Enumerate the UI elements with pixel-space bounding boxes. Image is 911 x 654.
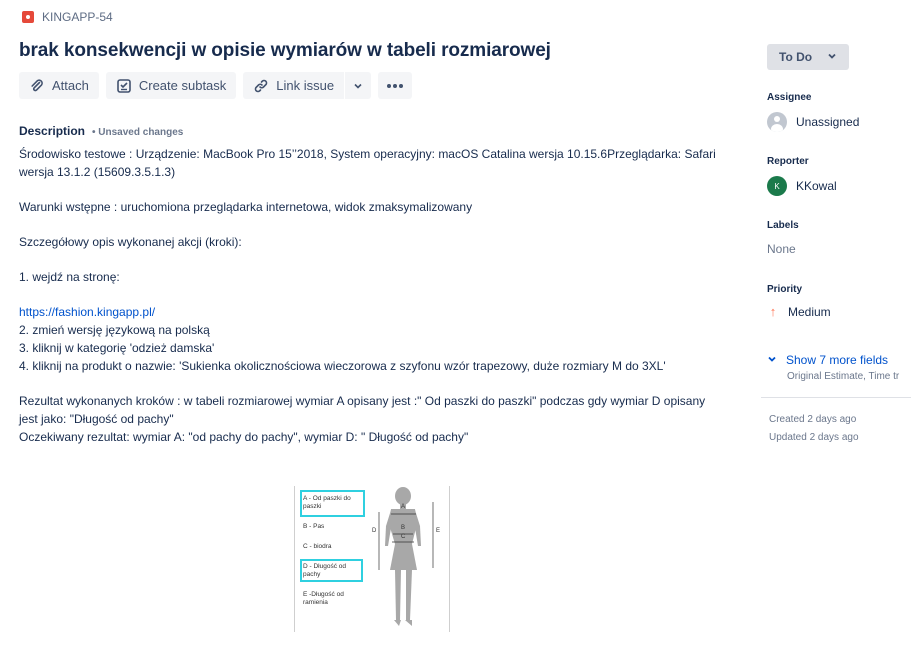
- figure-letter-c: C: [401, 534, 406, 540]
- link-issue-dropdown[interactable]: [345, 72, 372, 99]
- description-label: Description: [19, 124, 86, 138]
- priority-name: Medium: [788, 304, 831, 319]
- attach-label: Attach: [52, 78, 89, 93]
- created-timestamp: Created 2 days ago: [769, 414, 857, 425]
- description-line: 4. kliknij na produkt o nazwie: 'Sukienk…: [19, 359, 666, 373]
- issue-key[interactable]: KINGAPP-54: [22, 10, 113, 24]
- issue-key-label: KINGAPP-54: [42, 10, 113, 24]
- figure-letter-a: A: [401, 504, 406, 510]
- reporter-name: KKowal: [796, 179, 837, 193]
- user-avatar-icon: [767, 112, 787, 132]
- labels-field: Labels: [767, 220, 799, 231]
- bug-icon: [22, 11, 34, 23]
- priority-label: Priority: [767, 284, 803, 295]
- description-line: 2. zmień wersję językową na polską: [19, 323, 210, 337]
- size-chart-image[interactable]: A - Od paszki do paszki B - Pas C - biod…: [294, 486, 450, 632]
- show-more-label: Show 7 more fields: [786, 353, 889, 367]
- reporter-label: Reporter: [767, 156, 809, 167]
- issue-title[interactable]: brak konsekwencji w opisie wymiarów w ta…: [19, 40, 551, 62]
- show-more-subtext: Original Estimate, Time tr: [787, 371, 900, 382]
- labels-value[interactable]: None: [767, 242, 796, 256]
- show-more-fields-button[interactable]: Show 7 more fields: [767, 353, 888, 367]
- description-line: Rezultat wykonanych kroków : w tabeli ro…: [19, 394, 706, 426]
- description-header: Description • Unsaved changes: [19, 124, 183, 138]
- more-actions-button[interactable]: [378, 72, 413, 99]
- assignee-name: Unassigned: [796, 115, 860, 129]
- issue-toolbar: Attach Create subtask Link issue: [19, 72, 413, 99]
- assignee-value[interactable]: Unassigned: [767, 112, 859, 132]
- status-dropdown-button[interactable]: To Do: [767, 44, 849, 70]
- unsaved-changes-indicator: • Unsaved changes: [92, 127, 184, 138]
- labels-label: Labels: [767, 220, 799, 231]
- figure-letter-d: D: [372, 528, 377, 534]
- create-subtask-label: Create subtask: [138, 78, 227, 93]
- description-line: Oczekiwany rezultat: wymiar A: "od pachy…: [19, 430, 469, 444]
- updated-timestamp: Updated 2 days ago: [769, 432, 859, 443]
- product-url-link[interactable]: https://fashion.kingapp.pl/: [19, 305, 155, 319]
- description-line: Warunki wstępne : uruchomiona przeglądar…: [19, 200, 473, 214]
- status-label: To Do: [779, 50, 813, 64]
- attach-button[interactable]: Attach: [19, 72, 99, 99]
- description-line: 1. wejdź na stronę:: [19, 270, 120, 284]
- chevron-down-icon: [353, 81, 363, 91]
- reporter-value[interactable]: K KKowal: [767, 176, 837, 196]
- subtask-icon: [116, 78, 132, 94]
- arrow-up-icon: ↑: [769, 304, 777, 319]
- description-line: Szczegółowy opis wykonanej akcji (kroki)…: [19, 235, 242, 249]
- link-issue-group: Link issue: [243, 72, 372, 99]
- description-line: Środowisko testowe : Urządzenie: MacBook…: [19, 147, 716, 179]
- chevron-down-icon: [827, 50, 837, 64]
- divider: [761, 397, 911, 398]
- link-issue-label: Link issue: [276, 78, 335, 93]
- assignee-field: Assignee: [767, 92, 811, 103]
- figure-letter-b: B: [401, 525, 406, 531]
- description-body[interactable]: Środowisko testowe : Urządzenie: MacBook…: [19, 145, 719, 446]
- avatar: K: [767, 176, 787, 196]
- reporter-field: Reporter: [767, 156, 809, 167]
- description-line: 3. kliknij w kategorię 'odzież damska': [19, 341, 215, 355]
- link-icon: [253, 78, 269, 94]
- paperclip-icon: [29, 78, 45, 94]
- priority-value[interactable]: ↑ Medium: [767, 304, 831, 319]
- figure-letter-e: E: [436, 528, 441, 534]
- priority-field: Priority: [767, 284, 802, 295]
- assignee-label: Assignee: [767, 92, 812, 103]
- dress-silhouette-icon: [378, 487, 434, 626]
- more-icon: [386, 83, 404, 89]
- link-issue-button[interactable]: Link issue: [243, 72, 345, 99]
- chevron-down-icon: [767, 353, 777, 367]
- create-subtask-button[interactable]: Create subtask: [105, 72, 237, 99]
